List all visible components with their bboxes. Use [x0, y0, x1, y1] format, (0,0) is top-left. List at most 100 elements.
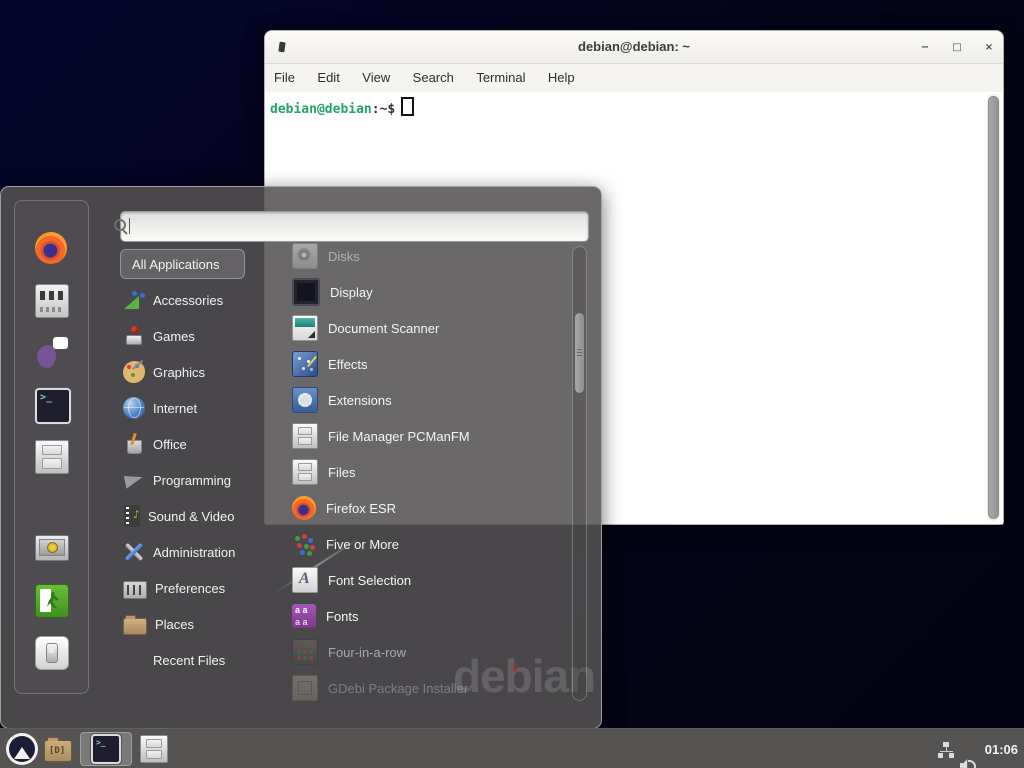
shutdown-button[interactable] [35, 636, 67, 668]
internet-icon [123, 397, 145, 419]
terminal-icon [91, 734, 121, 764]
category-recent-files[interactable]: Recent Files [120, 642, 275, 678]
terminal-titlebar[interactable]: debian@debian: ~ − □ × [265, 31, 1003, 64]
category-programming[interactable]: Programming [120, 462, 275, 498]
close-button[interactable]: × [981, 40, 997, 56]
taskbar-files-button[interactable] [134, 732, 174, 766]
category-internet[interactable]: Internet [120, 390, 275, 426]
clock[interactable]: 01:06 [985, 729, 1018, 768]
app-item-gdebi-package-installer[interactable]: GDebi Package Installer [284, 670, 569, 703]
favorites-panel [14, 200, 89, 694]
gdebi-icon [292, 675, 318, 701]
prompt-path: :~$ [372, 102, 395, 117]
terminal-icon [35, 388, 71, 424]
menubar-item-edit[interactable]: Edit [308, 64, 348, 85]
app-item-display[interactable]: Display [284, 274, 569, 310]
accessories-icon [123, 289, 145, 311]
app-item-firefox-esr[interactable]: Firefox ESR [284, 490, 569, 526]
lock-screen-button[interactable] [35, 532, 67, 564]
app-item-fonts[interactable]: Fonts [284, 598, 569, 634]
category-games[interactable]: Games [120, 318, 275, 354]
file-cabinet-icon [292, 423, 318, 449]
app-item-document-scanner[interactable]: Document Scanner [284, 310, 569, 346]
category-accessories[interactable]: Accessories [120, 282, 275, 318]
terminal-cursor [401, 97, 414, 116]
app-item-four-in-a-row[interactable]: Four-in-a-row [284, 634, 569, 670]
file-cabinet-icon [292, 459, 318, 485]
four-in-a-row-icon [292, 639, 318, 665]
firefox-icon [35, 232, 67, 264]
network-icon[interactable] [938, 742, 954, 758]
places-icon [123, 618, 147, 635]
terminal-scrollbar[interactable] [987, 94, 1000, 521]
firefox-icon [292, 496, 316, 520]
app-item-five-or-more[interactable]: Five or More [284, 526, 569, 562]
maximize-button[interactable]: □ [949, 40, 965, 56]
folder-d-icon [44, 740, 72, 762]
menubar-item-file[interactable]: File [265, 64, 304, 85]
menubar-item-view[interactable]: View [353, 64, 399, 85]
logout-button[interactable] [35, 584, 67, 616]
favorite-firefox[interactable] [35, 232, 67, 264]
terminal-scrollbar-thumb[interactable] [988, 96, 999, 519]
display-icon [292, 278, 320, 306]
desktop: debian@debian: ~ − □ × File Edit View Se… [0, 0, 1024, 768]
five-or-more-icon [292, 532, 316, 556]
taskbar-folder-button[interactable] [38, 732, 78, 766]
all-applications-label: All Applications [132, 257, 219, 272]
application-menu: debian All Applications Accessories [0, 186, 602, 729]
fonts-icon [292, 604, 316, 628]
shutdown-icon [35, 636, 69, 670]
file-cabinet-icon [140, 735, 168, 763]
category-preferences[interactable]: Preferences [120, 570, 275, 606]
terminal-title: debian@debian: ~ [265, 39, 1003, 54]
favorite-files[interactable] [35, 440, 67, 472]
category-sound-video[interactable]: Sound & Video [120, 498, 275, 534]
application-list: Disks Display Document Scanner Effects E… [284, 241, 569, 703]
category-graphics[interactable]: Graphics [120, 354, 275, 390]
menu-scrollbar-thumb[interactable] [575, 313, 584, 393]
pidgin-messenger-icon [35, 336, 67, 368]
preferences-icon [123, 581, 147, 599]
extensions-icon [292, 387, 318, 413]
minimize-button[interactable]: − [917, 40, 933, 56]
favorite-settings[interactable] [35, 284, 67, 316]
taskbar-terminal-button[interactable] [80, 732, 132, 766]
terminal-prompt: debian@debian:~$ [270, 97, 414, 117]
lock-screen-icon [35, 535, 69, 561]
all-applications-button[interactable]: All Applications [120, 249, 245, 279]
prompt-user-host: debian@debian [270, 102, 372, 117]
favorite-pidgin[interactable] [35, 336, 67, 368]
menubar-item-help[interactable]: Help [539, 64, 584, 85]
favorite-terminal[interactable] [35, 388, 67, 420]
menu-orb-icon [6, 733, 38, 765]
app-item-font-selection[interactable]: Font Selection [284, 562, 569, 598]
games-icon [123, 325, 145, 347]
graphics-icon [123, 361, 145, 383]
search-caret [129, 218, 130, 234]
menubar-item-terminal[interactable]: Terminal [467, 64, 534, 85]
volume-icon[interactable] [960, 757, 977, 768]
menu-scrollbar[interactable] [572, 246, 587, 701]
settings-mixer-icon [35, 284, 69, 318]
office-icon [123, 433, 145, 455]
disks-icon [292, 243, 318, 269]
sound-video-icon [124, 505, 140, 527]
menubar-item-search[interactable]: Search [404, 64, 463, 85]
menu-button[interactable] [2, 732, 42, 766]
app-item-file-manager-pcmanfm[interactable]: File Manager PCManFM [284, 418, 569, 454]
category-list: Accessories Games Graphics Internet Offi… [120, 282, 275, 678]
search-input[interactable] [133, 215, 558, 239]
category-places[interactable]: Places [120, 606, 275, 642]
category-office[interactable]: Office [120, 426, 275, 462]
app-item-extensions[interactable]: Extensions [284, 382, 569, 418]
app-item-effects[interactable]: Effects [284, 346, 569, 382]
programming-icon [123, 469, 145, 491]
logout-icon [35, 584, 69, 618]
app-item-files[interactable]: Files [284, 454, 569, 490]
document-scanner-icon [292, 315, 318, 341]
effects-icon [292, 351, 318, 377]
app-item-disks[interactable]: Disks [284, 241, 569, 274]
category-administration[interactable]: Administration [120, 534, 275, 570]
search-box [120, 211, 589, 242]
